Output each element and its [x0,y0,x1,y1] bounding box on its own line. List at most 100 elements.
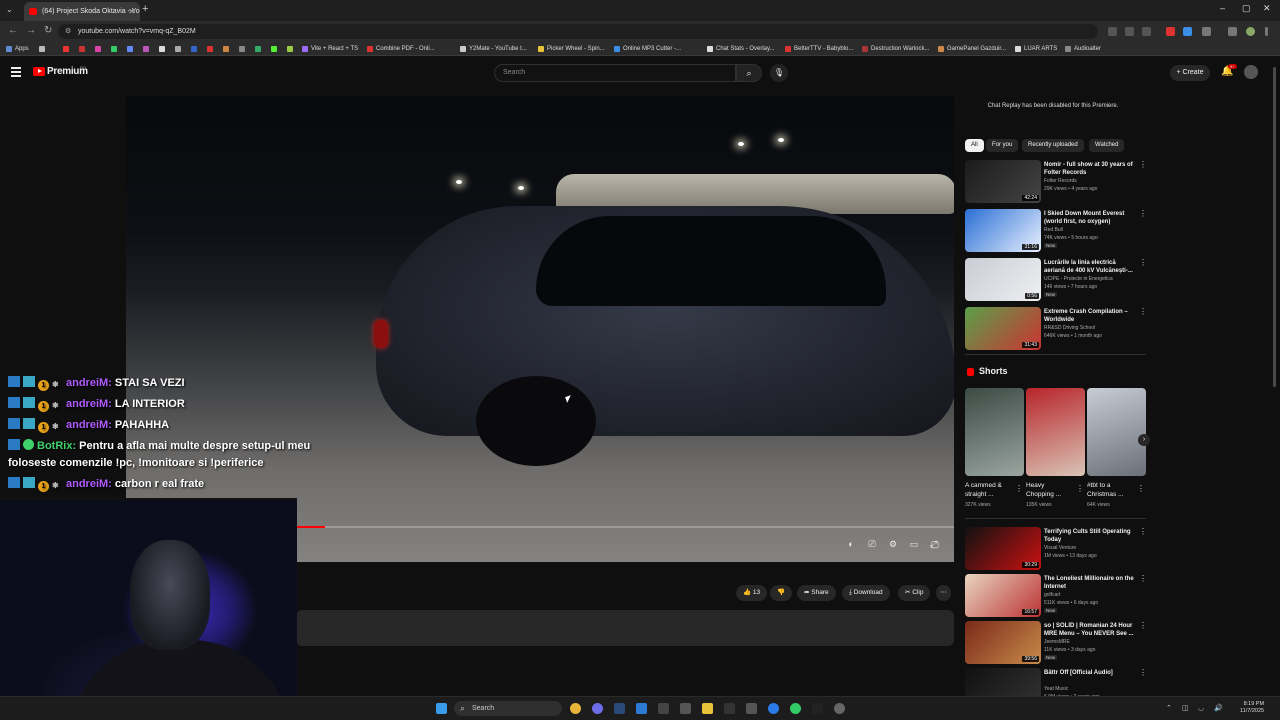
app-taskbar-icon[interactable] [768,703,779,714]
discord-taskbar-icon[interactable] [592,703,603,714]
short-thumbnail[interactable] [1087,388,1146,476]
tray-wifi-icon[interactable]: ◡ [1198,704,1204,712]
bookmark-mp3-cutter[interactable]: Online MP3 Cutter -... [614,44,681,54]
bookmark-icon-tool[interactable] [223,46,229,52]
chrome-taskbar-icon[interactable] [570,703,581,714]
shorts-next-arrow-icon[interactable]: › [1138,434,1150,446]
video-more-icon[interactable]: ⋮ [1139,307,1147,316]
search-button[interactable]: ⌕ [736,64,762,82]
tray-chevron-icon[interactable]: ⌃ [1166,704,1172,712]
file-explorer-taskbar-icon[interactable] [702,703,713,714]
short-more-icon[interactable]: ⋮ [1076,484,1084,493]
bookmark-icon-kick[interactable] [271,46,277,52]
video-thumbnail[interactable]: 42:24 [965,160,1041,203]
short-title[interactable]: A cammed & straight ... [965,481,1013,499]
video-title[interactable]: Terrifying Cults Still Operating Today [1044,528,1136,544]
video-thumbnail[interactable]: 30:29 [965,527,1041,570]
bookmark-audioalter[interactable]: Audioalter [1065,44,1101,54]
account-avatar[interactable] [1244,65,1258,79]
xbox-taskbar-icon[interactable] [790,703,801,714]
video-thumbnail[interactable]: 31:16 [965,209,1041,252]
back-icon[interactable]: ← [8,25,18,36]
page-scrollbar[interactable] [1273,57,1278,697]
bookmark-y2mate[interactable]: Y2Mate - YouTube t... [460,44,527,54]
short-title[interactable]: #tbt to a Christmas ... [1087,481,1135,499]
short-thumbnail[interactable] [965,388,1024,476]
site-info-icon[interactable]: ⚙ [65,24,71,39]
tab-close-icon[interactable]: ✕ [128,2,135,21]
close-window-icon[interactable]: ✕ [1263,3,1271,14]
bookmark-picker-wheel[interactable]: Picker Wheel - Spin... [538,44,605,54]
short-title[interactable]: Heavy Chopping ... [1026,481,1074,499]
description-box[interactable] [296,610,954,646]
like-button[interactable]: 👍 13 [736,585,768,601]
youtube-logo-icon[interactable] [33,67,45,76]
bookmark-luar-arts[interactable]: LUAR ARTS [1015,44,1057,54]
taskbar-clock[interactable]: 8:19 PM 11/7/2025 [1240,701,1264,715]
video-thumbnail[interactable]: 39:56 [965,621,1041,664]
download-button[interactable]: ⤓ Download [842,585,890,601]
settings-gear-icon[interactable]: ⚙ [886,539,900,551]
tray-network-icon[interactable]: ◫ [1182,704,1189,712]
video-title[interactable]: so | SOLID | Romanian 24 Hour MRE Menu –… [1044,622,1136,638]
bookmark-icon-tiktok[interactable] [175,46,181,52]
video-channel[interactable]: Red Bull [1044,227,1063,234]
video-more-icon[interactable]: ⋮ [1139,621,1147,630]
scrollbar-thumb[interactable] [1273,67,1276,387]
video-title[interactable]: I Skied Down Mount Everest (world first,… [1044,210,1136,226]
clip-button[interactable]: ✂ Clip [898,585,931,601]
video-more-icon[interactable]: ⋮ [1139,209,1147,218]
video-channel[interactable]: golfcart [1044,592,1060,599]
bookmark-icon-facebook[interactable] [191,46,197,52]
chip-recently-uploaded[interactable]: Recently uploaded [1022,139,1084,152]
bookmark-icon-youtube[interactable] [63,46,69,52]
video-player[interactable]: ◐ ⎚ ⚙ ▭ ▢ [126,96,954,562]
browser-menu-icon[interactable] [1265,27,1268,36]
chip-all[interactable]: All [965,139,984,152]
video-title[interactable]: The Loneliest Millionaire on the Interne… [1044,575,1136,591]
bookmark-star-icon[interactable] [1142,27,1151,36]
tab-search-icon[interactable]: ⌄ [6,5,13,14]
video-more-icon[interactable]: ⋮ [1139,668,1147,677]
bookmark-betterttv[interactable]: BetterTTV - Babyblo... [785,44,853,54]
obs-taskbar-icon[interactable] [834,703,845,714]
forward-icon[interactable]: → [26,25,36,36]
bookmark-icon-red[interactable] [79,46,85,52]
bookmark-icon-mixed[interactable] [143,46,149,52]
bookmark-destruction-warlock[interactable]: Destruction Warlock... [862,44,929,54]
taskbar-search-input[interactable]: Search [454,701,562,716]
video-thumbnail[interactable]: 16:57 [965,574,1041,617]
chip-watched[interactable]: Watched [1089,139,1125,152]
bookmark-vite[interactable]: Vite + React + TS [302,44,358,54]
menu-hamburger-icon[interactable] [11,67,21,79]
video-more-icon[interactable]: ⋮ [1139,527,1147,536]
steam-taskbar-icon[interactable] [614,703,625,714]
miniplayer-icon[interactable]: ▭ [907,539,921,551]
chip-for-you[interactable]: For you [986,139,1019,152]
video-title[interactable]: Bättr Off [Official Audio] [1044,669,1136,677]
subtitles-icon[interactable]: ⎚ [865,539,879,551]
bookmark-gamepanel[interactable]: GamePanel Gazduir... [938,44,1006,54]
video-channel[interactable]: Visual Venture [1044,545,1076,552]
video-channel[interactable]: Folter Records [1044,178,1077,185]
app-taskbar-icon[interactable] [812,703,823,714]
bookmark-icon-pinterest[interactable] [207,46,213,52]
bookmark-icon-messenger[interactable] [127,46,133,52]
dislike-button[interactable]: 👎 [770,585,793,601]
bookmark-icon-instagram[interactable] [95,46,101,52]
more-actions-button[interactable]: ⋯ [936,585,951,601]
zoom-icon[interactable] [1125,27,1134,36]
video-channel[interactable]: UCIPE - Proiecte in Energetica [1044,276,1113,283]
tray-volume-icon[interactable]: 🔊 [1214,704,1223,712]
extensions-puzzle-icon[interactable] [1202,27,1211,36]
video-thumbnail[interactable]: 31:43 [965,307,1041,350]
video-more-icon[interactable]: ⋮ [1139,258,1147,267]
profile-avatar-icon[interactable] [1246,27,1255,36]
minimize-icon[interactable]: – [1220,3,1225,13]
video-title[interactable]: Lucrările la linia electrică aeriană de … [1044,259,1136,275]
bookmark-icon-globe[interactable] [239,46,245,52]
install-app-icon[interactable] [1108,27,1117,36]
video-channel[interactable]: RR&SD Driving School [1044,325,1095,332]
voice-search-mic-icon[interactable]: 🎙 [770,64,788,82]
bookmark-combine-pdf[interactable]: Combine PDF - Onli... [367,44,435,54]
